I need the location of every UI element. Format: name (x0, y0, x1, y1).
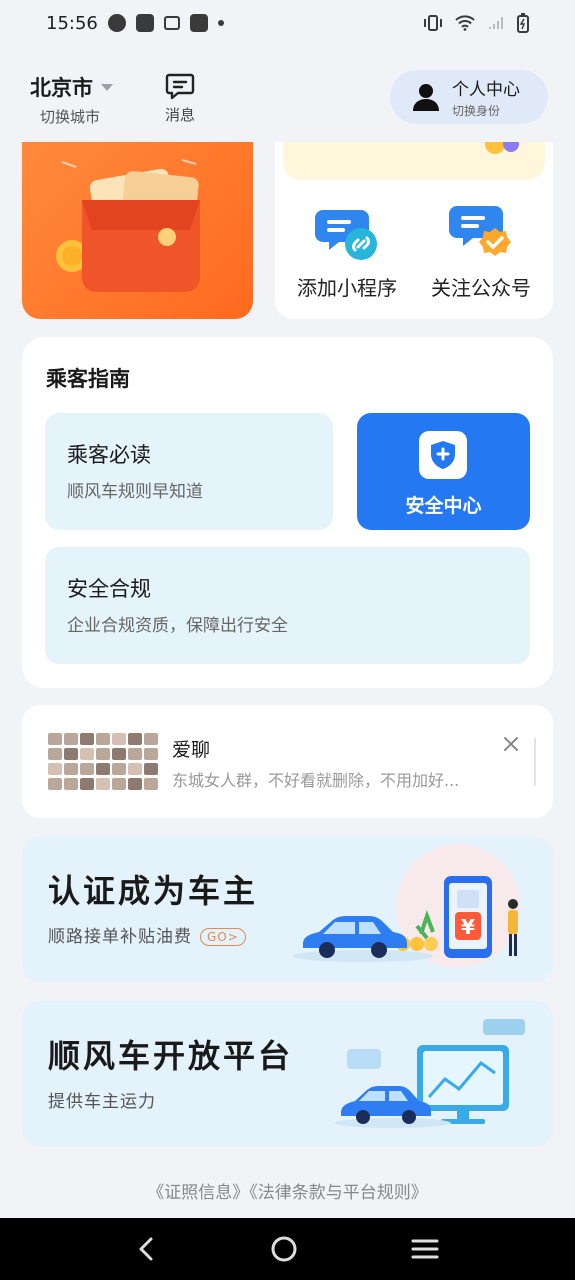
driver-illustration: ¥ (293, 844, 520, 968)
mail-icon (135, 14, 154, 32)
become-driver-subtitle-text: 顺路接单补贴油费 (48, 927, 192, 947)
image-icon (189, 14, 208, 32)
messages-button[interactable]: 消息 (158, 72, 202, 125)
status-bar: 15:56 (0, 0, 575, 46)
add-mini-program-button[interactable]: 添加小程序 (282, 204, 412, 301)
mini-program-icon (315, 210, 377, 260)
personal-center-title: 个人中心 (452, 80, 520, 100)
platform-illustration (335, 1019, 525, 1128)
vibrate-icon (424, 15, 442, 31)
messages-label: 消息 (164, 106, 195, 124)
passenger-guide-title: 乘客指南 (46, 367, 130, 391)
group-chat-card[interactable]: 爱聊 东城女人群，不好看就删除，不用加好... (22, 705, 553, 818)
safety-center-label: 安全中心 (405, 495, 482, 517)
legal-links[interactable]: 《证照信息》《法律条款与平台规则》 (0, 1178, 575, 1203)
passenger-guide-card: 乘客指南 乘客必读 顺风车规则早知道 安全中心 安全合规 企业合规资质，保障出行… (22, 337, 553, 688)
shield-icon (431, 441, 455, 469)
wifi-icon (455, 15, 475, 31)
compliance-subtitle: 企业合规资质，保障出行安全 (67, 616, 288, 636)
add-mini-program-label: 添加小程序 (297, 276, 397, 300)
promo-strip (283, 142, 545, 180)
become-driver-title: 认证成为车主 (48, 872, 259, 910)
follow-account-icon (449, 206, 511, 256)
recents-menu-icon[interactable] (411, 1237, 439, 1261)
become-driver-subtitle: 顺路接单补贴油费 GO> (48, 922, 246, 947)
close-icon[interactable] (500, 733, 522, 755)
open-platform-title: 顺风车开放平台 (48, 1037, 294, 1075)
message-icon (165, 73, 195, 100)
switch-identity-label: 切换身份 (452, 104, 501, 118)
city-name: 北京市 (30, 76, 93, 100)
open-platform-banner[interactable]: 顺风车开放平台 提供车主运力 (22, 1001, 553, 1147)
check-icon (107, 14, 126, 32)
group-chat-description: 东城女人群，不好看就删除，不用加好... (172, 771, 460, 790)
back-icon[interactable] (136, 1236, 158, 1262)
user-icon (413, 84, 439, 111)
battery-icon (517, 13, 529, 33)
switch-city-label[interactable]: 切换城市 (40, 106, 100, 127)
must-read-title: 乘客必读 (67, 443, 151, 467)
svg-text:¥: ¥ (461, 915, 475, 939)
app-notification-icon (163, 16, 180, 30)
system-navigation-bar (0, 1218, 575, 1280)
safety-compliance-tile[interactable]: 安全合规 企业合规资质，保障出行安全 (45, 547, 530, 664)
shield-icon-box (419, 431, 467, 479)
red-packet-illustration (56, 159, 200, 292)
compliance-title: 安全合规 (67, 577, 151, 601)
go-badge: GO> (200, 928, 246, 946)
follow-official-account-button[interactable]: 关注公众号 (416, 204, 546, 301)
city-selector[interactable]: 北京市 (30, 72, 113, 102)
must-read-subtitle: 顺风车规则早知道 (67, 482, 203, 502)
signal-icon (489, 17, 503, 29)
home-icon[interactable] (270, 1235, 298, 1263)
more-notifications-dot-icon (217, 20, 224, 26)
safety-center-tile[interactable]: 安全中心 (357, 413, 530, 530)
quick-actions-card: 添加小程序 关注公众号 (275, 142, 553, 319)
group-chat-name: 爱聊 (172, 739, 211, 761)
follow-official-account-label: 关注公众号 (431, 276, 531, 300)
open-platform-subtitle: 提供车主运力 (48, 1092, 156, 1112)
group-avatar-grid (48, 733, 160, 793)
passenger-must-read-tile[interactable]: 乘客必读 顺风车规则早知道 (45, 413, 333, 530)
red-packet-promo-card[interactable] (22, 142, 253, 319)
chevron-down-icon (101, 83, 113, 91)
become-driver-banner[interactable]: 认证成为车主 顺路接单补贴油费 GO> ¥ (22, 836, 553, 982)
coin-icon (485, 142, 519, 154)
status-time: 15:56 (46, 12, 98, 34)
personal-center-button[interactable]: 个人中心 切换身份 (390, 70, 548, 124)
app-header: 北京市 切换城市 消息 个人中心 切换身份 (0, 62, 575, 132)
divider (534, 738, 536, 786)
